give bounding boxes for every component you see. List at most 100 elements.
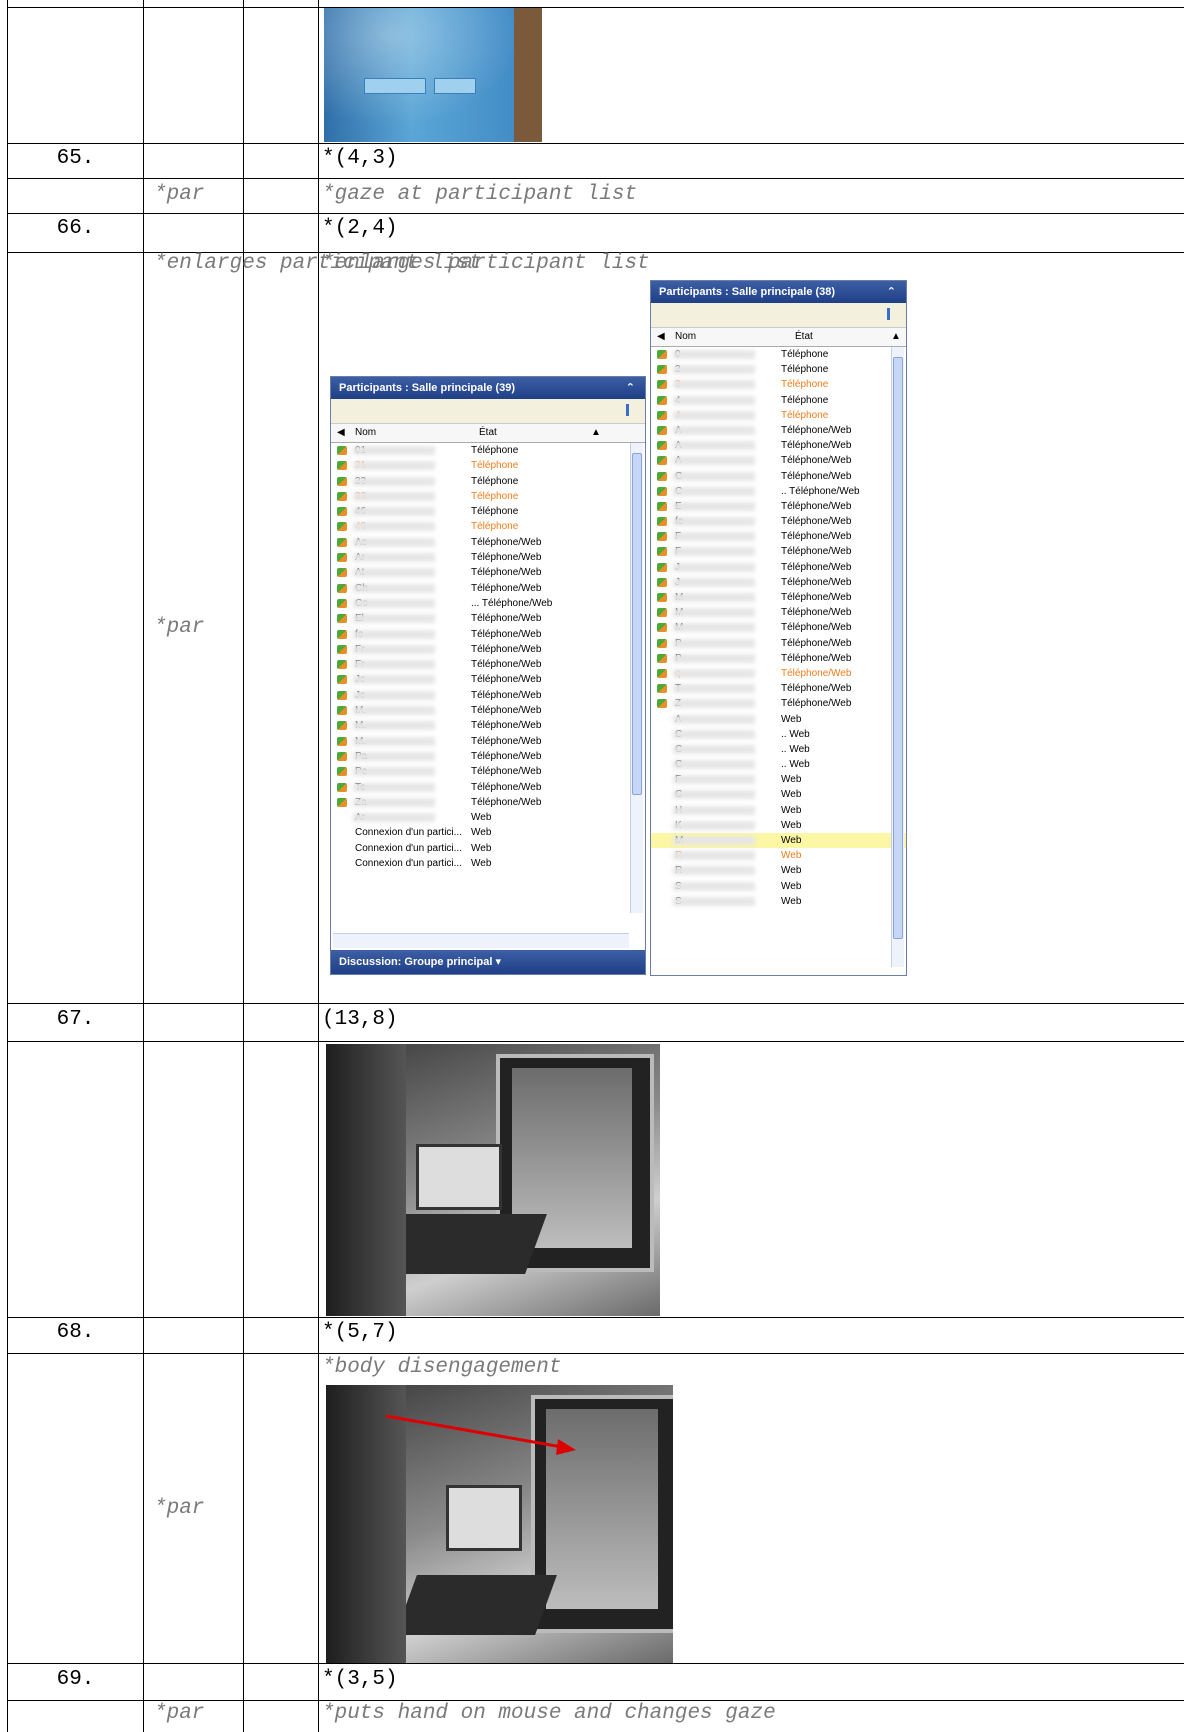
collapse-icon[interactable]: ⌃: [887, 281, 896, 303]
participant-row[interactable]: ATéléphone/Web: [651, 453, 906, 468]
participant-row[interactable]: SWeb: [651, 894, 906, 909]
participant-row[interactable]: ATéléphone/Web: [651, 423, 906, 438]
participant-row[interactable]: KWeb: [651, 818, 906, 833]
blurred-name: [673, 350, 755, 359]
speaker-icon: ◀: [337, 427, 345, 438]
participant-row[interactable]: MTéléphone/Web: [651, 620, 906, 635]
participant-row[interactable]: 0Téléphone: [651, 347, 906, 362]
participant-row[interactable]: ATéléphone/Web: [651, 438, 906, 453]
participant-row[interactable]: C.. Web: [651, 742, 906, 757]
participant-state: Téléphone/Web: [471, 705, 542, 717]
participant-row[interactable]: TTéléphone/Web: [651, 681, 906, 696]
participant-row[interactable]: RWeb: [651, 863, 906, 878]
participant-row[interactable]: FWeb: [651, 772, 906, 787]
participant-state: Web: [781, 895, 802, 907]
annotation-text: *puts hand on mouse and changes gaze: [322, 1702, 776, 1725]
blurred-name: [673, 456, 755, 466]
participant-row[interactable]: qTéléphone/Web: [651, 666, 906, 681]
participant-row[interactable]: 4Téléphone: [651, 393, 906, 408]
speaker-label: *par: [154, 1702, 205, 1725]
participant-row[interactable]: ZTéléphone/Web: [651, 696, 906, 711]
participant-row[interactable]: FTéléphone/Web: [651, 544, 906, 559]
participant-row[interactable]: ChTéléphone/Web: [331, 581, 645, 596]
participant-row[interactable]: 01Téléphone: [331, 443, 645, 458]
participant-row[interactable]: M.Téléphone/Web: [331, 734, 645, 749]
participant-row[interactable]: RWeb: [651, 848, 906, 863]
participant-row[interactable]: FTéléphone/Web: [651, 529, 906, 544]
options-icon[interactable]: [626, 404, 639, 416]
vertical-scrollbar[interactable]: [891, 347, 904, 967]
participant-row[interactable]: PTéléphone/Web: [651, 636, 906, 651]
participant-row[interactable]: MTéléphone/Web: [651, 590, 906, 605]
participant-state: Téléphone/Web: [471, 735, 542, 747]
participant-row[interactable]: ElTéléphone/Web: [331, 611, 645, 626]
horizontal-scrollbar[interactable]: [333, 933, 629, 948]
participant-row[interactable]: PaTéléphone/Web: [331, 749, 645, 764]
timing-code: *(2,4): [322, 217, 398, 240]
participant-row[interactable]: 46Téléphone: [331, 504, 645, 519]
participant-row[interactable]: JTéléphone/Web: [651, 575, 906, 590]
phone-status-icon: [657, 486, 667, 496]
discussion-bar[interactable]: Discussion: Groupe principal ▾: [331, 950, 645, 974]
participant-row[interactable]: JcTéléphone/Web: [331, 688, 645, 703]
participant-row[interactable]: AtTéléphone/Web: [331, 565, 645, 580]
participant-row[interactable]: ArTéléphone/Web: [331, 550, 645, 565]
participant-row[interactable]: 33Téléphone: [331, 489, 645, 504]
participant-row[interactable]: AWeb: [651, 712, 906, 727]
participant-row[interactable]: ZaTéléphone/Web: [331, 795, 645, 810]
collapse-icon[interactable]: ⌃: [626, 377, 635, 399]
participant-row[interactable]: C.. Web: [651, 727, 906, 742]
phone-status-icon: [337, 614, 347, 624]
blurred-name: [673, 714, 755, 724]
blurred-name: [673, 836, 755, 845]
participant-row[interactable]: ETéléphone/Web: [651, 499, 906, 514]
participant-row[interactable]: 4Téléphone: [651, 408, 906, 423]
participant-row[interactable]: M.Téléphone/Web: [331, 718, 645, 733]
participant-row[interactable]: CTéléphone/Web: [651, 469, 906, 484]
participant-row[interactable]: MWeb: [651, 833, 906, 849]
participant-row[interactable]: SWeb: [651, 879, 906, 894]
participant-row[interactable]: PeTéléphone/Web: [331, 764, 645, 779]
phone-status-icon: [337, 782, 347, 792]
participant-row[interactable]: 3Téléphone: [651, 362, 906, 377]
participant-row[interactable]: FrTéléphone/Web: [331, 642, 645, 657]
phone-status-icon: [657, 699, 667, 709]
column-name[interactable]: Nom: [675, 328, 696, 346]
column-name[interactable]: Nom: [355, 424, 376, 442]
blurred-name: [673, 608, 755, 618]
participant-row[interactable]: PTéléphone/Web: [651, 651, 906, 666]
participant-row[interactable]: 49Téléphone: [331, 519, 645, 534]
participant-row[interactable]: HWeb: [651, 803, 906, 818]
participant-row[interactable]: Co... Téléphone/Web: [331, 596, 645, 611]
vertical-scrollbar[interactable]: [630, 443, 643, 913]
blurred-name: [673, 699, 755, 709]
participant-row[interactable]: TeTéléphone/Web: [331, 780, 645, 795]
phone-status-icon: [337, 629, 347, 639]
participant-row[interactable]: M.Téléphone/Web: [331, 703, 645, 718]
participant-row[interactable]: 31Téléphone: [331, 458, 645, 473]
participant-row[interactable]: Connexion d'un partici... Web: [331, 825, 645, 840]
participant-row[interactable]: feTéléphone/Web: [331, 627, 645, 642]
participant-row[interactable]: 33Téléphone: [331, 474, 645, 489]
column-state[interactable]: État: [795, 328, 813, 346]
line-number: 69.: [56, 1668, 95, 1691]
blurred-name: [673, 410, 755, 420]
blurred-name: [673, 638, 755, 648]
participant-row[interactable]: JcTéléphone/Web: [331, 672, 645, 687]
participant-row[interactable]: GWeb: [651, 787, 906, 802]
participant-row[interactable]: Connexion d'un partici... Web: [331, 856, 645, 871]
participant-row[interactable]: MTéléphone/Web: [651, 605, 906, 620]
column-state[interactable]: État: [479, 424, 497, 442]
options-icon[interactable]: [887, 308, 900, 320]
participant-row[interactable]: feTéléphone/Web: [651, 514, 906, 529]
participant-state: Téléphone: [471, 521, 519, 533]
participant-state: Téléphone/Web: [471, 659, 542, 671]
participant-row[interactable]: ArWeb: [331, 810, 645, 825]
participant-row[interactable]: FrTéléphone/Web: [331, 657, 645, 672]
participant-row[interactable]: 3Téléphone: [651, 377, 906, 392]
participant-row[interactable]: Connexion d'un partici... Web: [331, 841, 645, 856]
participant-row[interactable]: C.. Téléphone/Web: [651, 484, 906, 499]
participant-row[interactable]: JTéléphone/Web: [651, 560, 906, 575]
participant-row[interactable]: AcTéléphone/Web: [331, 535, 645, 550]
participant-row[interactable]: C.. Web: [651, 757, 906, 772]
